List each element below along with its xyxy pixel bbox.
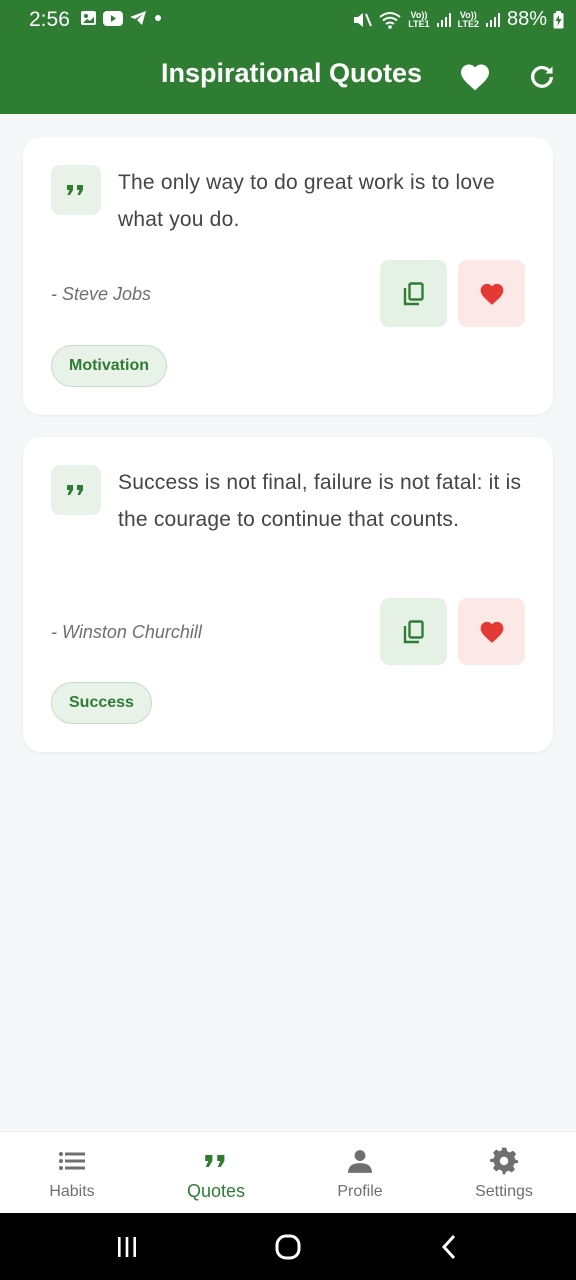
- nav-label: Profile: [337, 1183, 383, 1200]
- youtube-icon: [103, 10, 123, 26]
- wifi-icon: [379, 11, 401, 29]
- quote-author: - Steve Jobs: [51, 284, 152, 304]
- dot-icon: [155, 15, 161, 21]
- quote-card: Success is not final, failure is not fat…: [23, 437, 553, 752]
- sim2-label: Vo)) LTE2: [457, 9, 479, 29]
- status-time: 2:56: [29, 8, 70, 31]
- battery-percent: 88%: [506, 8, 547, 30]
- quote-text: Success is not final, failure is not fat…: [118, 471, 522, 531]
- nav-item-quotes[interactable]: Quotes: [144, 1132, 288, 1214]
- system-navigation-bar: [0, 1213, 576, 1280]
- refresh-icon: [531, 65, 553, 88]
- nav-label: Quotes: [186, 1181, 246, 1201]
- signal-icon: [485, 12, 500, 27]
- nav-item-settings[interactable]: Settings: [432, 1132, 576, 1214]
- gear-icon: [490, 1147, 518, 1175]
- signal-icon: [436, 12, 451, 27]
- favorite-button[interactable]: [458, 260, 525, 327]
- page-title: Inspirational Quotes: [161, 58, 423, 88]
- heart-icon: [461, 64, 489, 91]
- quote-icon: [205, 1155, 225, 1167]
- telegram-icon: [130, 11, 146, 25]
- home-button[interactable]: [268, 1231, 308, 1263]
- quote-badge: [51, 465, 101, 515]
- nav-item-habits[interactable]: Habits: [0, 1132, 144, 1214]
- copy-button[interactable]: [380, 598, 447, 665]
- bottom-navigation: Habits Quotes Profile Settings: [0, 1131, 576, 1213]
- nav-label: Habits: [49, 1183, 95, 1200]
- nav-label: Settings: [475, 1183, 533, 1200]
- status-right: Vo)) LTE1 Vo)) LTE2 88%: [352, 8, 564, 31]
- list-icon: [59, 1152, 85, 1170]
- favorite-button[interactable]: [458, 598, 525, 665]
- heart-icon: [480, 283, 503, 305]
- home-icon: [275, 1234, 301, 1260]
- gallery-icon: [81, 11, 96, 25]
- status-bar: 2:56 Vo)) LTE1 Vo)) LTE2 88%: [0, 0, 576, 42]
- favorites-button[interactable]: [458, 60, 492, 94]
- category-tag[interactable]: Motivation: [51, 345, 167, 387]
- quote-icon: [67, 185, 83, 195]
- app-header: 2:56 Vo)) LTE1 Vo)) LTE2 88% Inspiration…: [0, 0, 576, 114]
- mute-icon: [354, 12, 373, 27]
- back-icon: [441, 1234, 456, 1260]
- sim1-label: Vo)) LTE1: [408, 9, 430, 29]
- nav-item-profile[interactable]: Profile: [288, 1132, 432, 1214]
- quote-badge: [51, 165, 101, 215]
- copy-icon: [403, 619, 424, 643]
- copy-icon: [403, 281, 424, 305]
- recent-apps-icon: [118, 1237, 136, 1257]
- quote-icon: [67, 485, 83, 495]
- notification-icons: [80, 10, 163, 26]
- person-icon: [348, 1150, 372, 1173]
- quote-card: The only way to do great work is to love…: [23, 137, 553, 415]
- quote-text: The only way to do great work is to love…: [118, 171, 495, 231]
- refresh-button[interactable]: [525, 60, 559, 94]
- heart-icon: [480, 621, 503, 643]
- battery-charging-icon: [553, 10, 564, 28]
- recent-apps-button[interactable]: [107, 1231, 147, 1263]
- copy-button[interactable]: [380, 260, 447, 327]
- back-button[interactable]: [429, 1231, 469, 1263]
- category-tag[interactable]: Success: [51, 682, 152, 724]
- quote-author: - Winston Churchill: [51, 622, 202, 642]
